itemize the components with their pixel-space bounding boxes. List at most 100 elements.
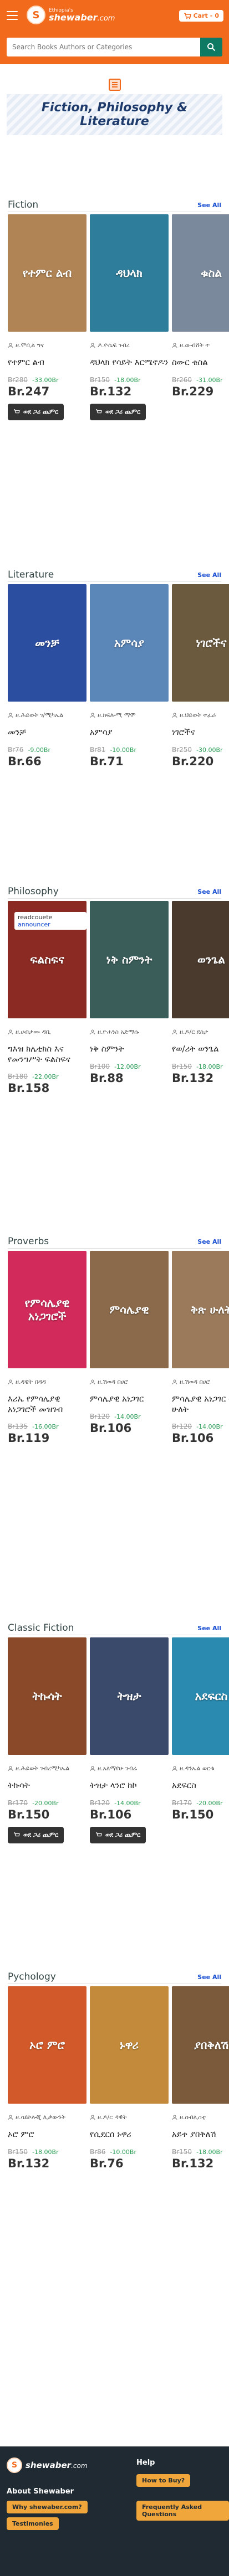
- book-author[interactable]: ዘ.ሕይወት ገብረሚካኤል: [8, 1765, 86, 1773]
- book-author[interactable]: ዘ.አለማየሁ ገብሬ: [90, 1765, 169, 1773]
- book-title[interactable]: አደፍርስ: [172, 1780, 229, 1791]
- book-author[interactable]: ዘ.ሰብሊስቲ: [172, 2114, 229, 2121]
- book-carousel[interactable]: መንቻ ዘ.ሕይወት ገ/ሚካኤል መንቻ Br76 -9.00Br Br.66 አምሳያ ዘ…: [0, 584, 229, 839]
- testimonies-link[interactable]: Testimonies: [7, 2517, 59, 2530]
- book-author[interactable]: ዘ.ህይወት ተፈራ: [172, 712, 229, 719]
- book-title[interactable]: የሲደርሰ ኑዋሪ: [90, 2129, 169, 2140]
- book-title[interactable]: ነገሮችና: [172, 727, 229, 738]
- book-carousel[interactable]: የተምር ልብ ዘ.ሞቢል ግና የተምር ልብ Br280 -33.00Br Br.24…: [0, 214, 229, 469]
- site-logo[interactable]: S Ethiopia's shewaber.com: [27, 6, 115, 24]
- footer-logo[interactable]: S shewaber.com: [7, 2457, 88, 2473]
- book-author[interactable]: ዘ.ሀብታሙ ዳቢ: [8, 1028, 86, 1036]
- see-all-link[interactable]: See All: [197, 1974, 221, 1981]
- book-cover[interactable]: አደፍርስ: [172, 1637, 229, 1755]
- book-title[interactable]: ግእዝ ክሌቲክስ እና የመንግሥት ፍልስፍና: [8, 1044, 86, 1065]
- book-cover[interactable]: አምሳያ: [90, 584, 169, 702]
- book-author[interactable]: ዘ.ሳይኮሎጂ ሊቃውንት: [8, 2114, 86, 2121]
- book-carousel[interactable]: ትኩሳት ዘ.ሕይወት ገብረሚካኤል ትኩሳት Br170 -20.00Br Br.15…: [0, 1637, 229, 1892]
- see-all-link[interactable]: See All: [197, 1625, 221, 1632]
- book-card[interactable]: ፍልስፍና readcouete announcer ዘ.ሀብታሙ ዳቢ ግእዝ ክሌ…: [8, 901, 86, 1095]
- book-author[interactable]: ዘ.ሞቢል ግና: [8, 342, 86, 349]
- book-title[interactable]: እሪኤ የምሳሌያዊ አነጋገሮች መዝገብ: [8, 1394, 86, 1415]
- book-card[interactable]: ወንጌል ዘ.ዶ/ር ደስታ የወ/ሪት ወንጌል Br150 -18.00Br Br.1…: [172, 901, 229, 1085]
- book-title[interactable]: ምሳሌያዊ አነጋገር: [90, 1394, 169, 1405]
- book-title[interactable]: የወ/ሪት ወንጌል: [172, 1044, 229, 1055]
- book-title[interactable]: የተምር ልብ: [8, 357, 86, 368]
- book-cover[interactable]: ዳህላክ: [90, 214, 169, 332]
- cart-count: 0: [215, 12, 219, 19]
- search-button[interactable]: [200, 38, 222, 56]
- book-cover[interactable]: የምሳሌያዊ አነጋገሮች: [8, 1251, 86, 1368]
- hamburger-menu-icon[interactable]: [7, 11, 18, 21]
- book-title[interactable]: ኦሮ ምሮ: [8, 2129, 86, 2140]
- book-author[interactable]: ዘ.ውብሸት ተ: [172, 342, 229, 349]
- book-author[interactable]: ዘ.ሕይወት ገ/ሚካኤል: [8, 712, 86, 719]
- book-card[interactable]: ያበቅለሽ ዘ.ሰብሊስቲ አይቀ ያበቅለሽ Br150 -18.00Br Br.132: [172, 1986, 229, 2170]
- book-author[interactable]: ዘ.ዶ/ር ዳዊት: [90, 2114, 169, 2121]
- book-title[interactable]: ምሳሌያዊ አነጋገር ቅጽ ሁለት: [172, 1394, 229, 1415]
- book-author[interactable]: ዘ.ዮሐንስ አድማሱ: [90, 1028, 169, 1036]
- book-cover[interactable]: ምሳሌያዊ: [90, 1251, 169, 1368]
- book-card[interactable]: ቅጽ ሁለት ዘ.ሽወዳ በሀሮ ምሳሌያዊ አነጋገር ቅጽ ሁለት Br120 -1…: [172, 1251, 229, 1445]
- book-cover[interactable]: ወንጌል: [172, 901, 229, 1018]
- book-carousel[interactable]: የምሳሌያዊ አነጋገሮች ዘ.ዳዊት በዳዳ እሪኤ የምሳሌያዊ አነጋገሮች …: [0, 1251, 229, 1506]
- book-card[interactable]: አደፍርስ ዘ.ዳንኤል ወርቁ አደፍርስ Br170 -20.00Br Br.150: [172, 1637, 229, 1821]
- book-card[interactable]: ትኩሳት ዘ.ሕይወት ገብረሚካኤል ትኩሳት Br170 -20.00Br Br.15…: [8, 1637, 86, 1843]
- book-title[interactable]: ትኩሳት: [8, 1780, 86, 1791]
- book-title[interactable]: አምሳያ: [90, 727, 169, 738]
- book-cover[interactable]: ኦሮ ምሮ: [8, 1986, 86, 2104]
- book-author[interactable]: ዘ.ሽወዳ በሀሮ: [172, 1378, 229, 1386]
- book-author[interactable]: ዘ.ክፍሎሚ ማሞ: [90, 712, 169, 719]
- book-card[interactable]: ኑዋሪ ዘ.ዶ/ር ዳዊት የሲደርሰ ኑዋሪ Br86 -10.00Br Br.76: [90, 1986, 169, 2170]
- book-cover[interactable]: ፍልስፍና readcouete announcer: [8, 901, 86, 1018]
- book-author[interactable]: ዘ.ሽወዳ በሀሮ: [90, 1378, 169, 1386]
- book-cover[interactable]: ቁስል: [172, 214, 229, 332]
- book-card[interactable]: ነቅ ስምንት ዘ.ዮሐንስ አድማሱ ነቅ ስምንት Br100 -12.00Br Br…: [90, 901, 169, 1085]
- book-title[interactable]: ስውር ቁስል: [172, 357, 229, 368]
- add-to-cart-button[interactable]: ወደ ጋሪ ጨምር: [8, 1827, 64, 1843]
- book-card[interactable]: ዳህላክ ዶ.ዮሴፍ ገብረ ዳህላክ የሳይት እርሜኖዶን Br150 -18.00…: [90, 214, 169, 420]
- book-cover[interactable]: ያበቅለሽ: [172, 1986, 229, 2104]
- see-all-link[interactable]: See All: [197, 1238, 221, 1245]
- add-to-cart-button[interactable]: ወደ ጋሪ ጨምር: [90, 404, 146, 420]
- add-to-cart-button[interactable]: ወደ ጋሪ ጨምር: [8, 404, 64, 420]
- book-cover[interactable]: ቅጽ ሁለት: [172, 1251, 229, 1368]
- cart-button[interactable]: Cart - 0: [179, 10, 223, 22]
- book-cover[interactable]: መንቻ: [8, 584, 86, 702]
- add-to-cart-button[interactable]: ወደ ጋሪ ጨምር: [90, 1827, 146, 1843]
- book-card[interactable]: መንቻ ዘ.ሕይወት ገ/ሚካኤል መንቻ Br76 -9.00Br Br.66: [8, 584, 86, 768]
- how-to-buy-link[interactable]: How to Buy?: [136, 2474, 191, 2487]
- book-card[interactable]: ምሳሌያዊ ዘ.ሽወዳ በሀሮ ምሳሌያዊ አነጋገር Br120 -14.00Br Br…: [90, 1251, 169, 1435]
- book-card[interactable]: ትዝታ ዘ.አለማየሁ ገብሬ ትዝታ ላንሮ ከኮ Br120 -14.00Br Br.…: [90, 1637, 169, 1843]
- book-card[interactable]: አምሳያ ዘ.ክፍሎሚ ማሞ አምሳያ Br81 -10.00Br Br.71: [90, 584, 169, 768]
- faq-link[interactable]: Frequently Asked Questions: [136, 2501, 229, 2521]
- book-cover[interactable]: ኑዋሪ: [90, 1986, 169, 2104]
- search-input[interactable]: [7, 38, 207, 56]
- book-title[interactable]: ትዝታ ላንሮ ከኮ: [90, 1780, 169, 1791]
- book-card[interactable]: ኦሮ ምሮ ዘ.ሳይኮሎጂ ሊቃውንት ኦሮ ምሮ Br150 -18.00Br Br.1…: [8, 1986, 86, 2170]
- book-cover[interactable]: የተምር ልብ: [8, 214, 86, 332]
- see-all-link[interactable]: See All: [197, 888, 221, 895]
- book-title[interactable]: ዳህላክ የሳይት እርሜኖዶን: [90, 357, 169, 368]
- book-author[interactable]: ዘ.ዳዊት በዳዳ: [8, 1378, 86, 1386]
- book-title[interactable]: ነቅ ስምንት: [90, 1044, 169, 1055]
- book-title[interactable]: መንቻ: [8, 727, 86, 738]
- book-card[interactable]: ነገሮችና ዘ.ህይወት ተፈራ ነገሮችና Br250 -30.00Br Br.220: [172, 584, 229, 768]
- book-cover[interactable]: ነቅ ስምንት: [90, 901, 169, 1018]
- book-author[interactable]: ዘ.ዶ/ር ደስታ: [172, 1028, 229, 1036]
- book-carousel[interactable]: ኦሮ ምሮ ዘ.ሳይኮሎጂ ሊቃውንት ኦሮ ምሮ Br150 -18.00Br Br.1…: [0, 1986, 229, 2241]
- book-card[interactable]: ቁስል ዘ.ውብሸት ተ ስውር ቁስል Br260 -31.00Br Br.229: [172, 214, 229, 398]
- book-title[interactable]: አይቀ ያበቅለሽ: [172, 2129, 229, 2140]
- book-card[interactable]: የተምር ልብ ዘ.ሞቢል ግና የተምር ልብ Br280 -33.00Br Br.24…: [8, 214, 86, 420]
- book-author[interactable]: ዘ.ዳንኤል ወርቁ: [172, 1765, 229, 1773]
- why-shewaber-link[interactable]: Why shewaber.com?: [7, 2501, 88, 2513]
- book-author[interactable]: ዶ.ዮሴፍ ገብረ: [90, 342, 169, 349]
- book-card[interactable]: የምሳሌያዊ አነጋገሮች ዘ.ዳዊት በዳዳ እሪኤ የምሳሌያዊ አነጋገሮች …: [8, 1251, 86, 1445]
- book-cover[interactable]: ትዝታ: [90, 1637, 169, 1755]
- book-carousel[interactable]: ፍልስፍና readcouete announcer ዘ.ሀብታሙ ዳቢ ግእዝ ክሌ…: [0, 901, 229, 1156]
- cover-title: ያበቅለሽ: [194, 2038, 229, 2052]
- see-all-link[interactable]: See All: [197, 202, 221, 209]
- book-cover[interactable]: ትኩሳት: [8, 1637, 86, 1755]
- book-cover[interactable]: ነገሮችና: [172, 584, 229, 702]
- see-all-link[interactable]: See All: [197, 571, 221, 579]
